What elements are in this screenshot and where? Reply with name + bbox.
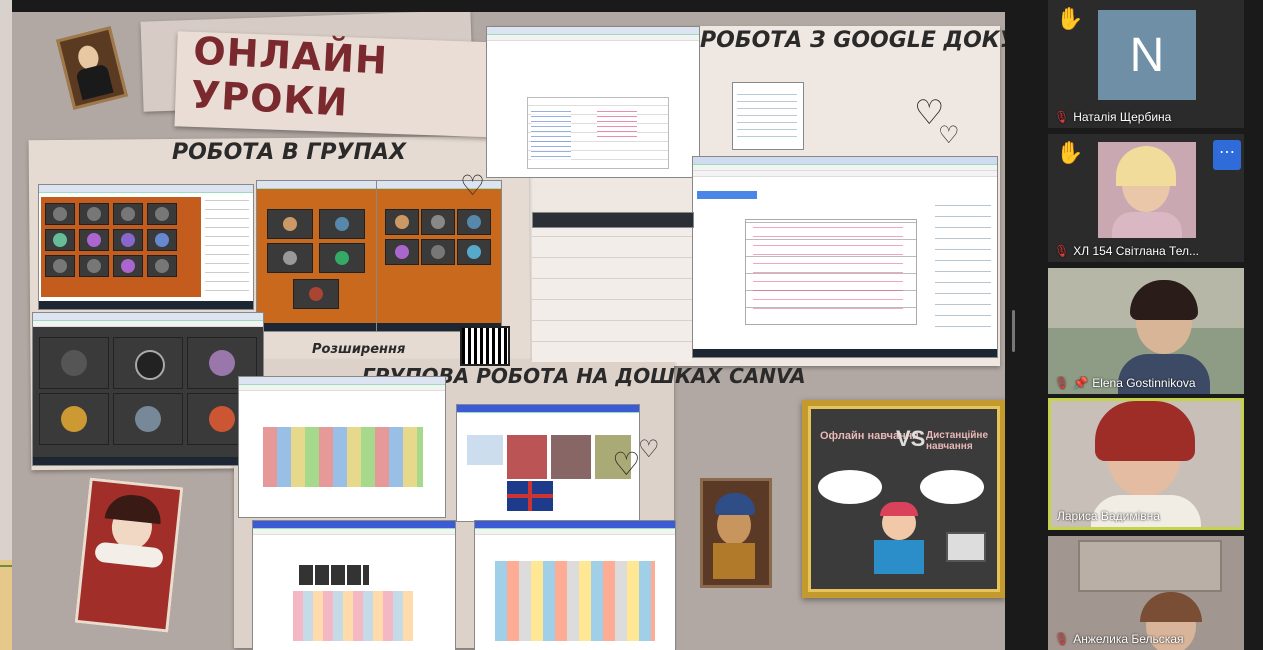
- screenshot-zoom-gallery: [32, 312, 264, 466]
- portrait-frame: [700, 478, 772, 588]
- participant-name: Лариса Вадимівна: [1057, 509, 1160, 523]
- mic-muted-icon: 🎙: [1054, 244, 1070, 258]
- share-left-edge: [0, 0, 100, 650]
- screenshot-breakout-room-2: [376, 180, 502, 332]
- taskbar-strip: [532, 212, 694, 228]
- mic-muted-icon: 🎙: [1054, 110, 1070, 124]
- participant-tile[interactable]: 🎙 📌 Elena Gostinnikova: [1048, 268, 1244, 394]
- pin-icon: 📌: [1073, 376, 1089, 390]
- screenshot-canva-board-4: [474, 520, 676, 650]
- screenshot-canva-board-3: [252, 520, 456, 650]
- grid-paper: [532, 212, 692, 362]
- mic-muted-icon: 🎙: [1054, 376, 1070, 390]
- heart-doodle: ♡: [938, 122, 960, 149]
- video-conference-window: ОНЛАЙН УРОКИ РОБОТА З GOOGLE ДОКУМЕНТАМИ: [0, 0, 1263, 650]
- poster-frame: Офлайн навчання VS Дистанційне навчання: [802, 400, 1005, 598]
- screenshot-breakout-room-1: [256, 180, 378, 332]
- screenshot-google-doc-large: [692, 156, 998, 358]
- heart-doodle: ♡: [612, 446, 641, 482]
- raise-hand-icon: ✋: [1056, 140, 1084, 165]
- portrait-frame: [74, 477, 184, 633]
- participant-name: Наталія Щербина: [1073, 110, 1172, 124]
- participant-tile-active-speaker[interactable]: Лариса Вадимівна: [1048, 398, 1244, 530]
- label-google-docs: РОБОТА З GOOGLE ДОКУМЕНТАМИ: [700, 28, 1005, 53]
- participant-tile[interactable]: 🎙 Анжелика Бельская: [1048, 536, 1244, 650]
- screenshot-zoom-grid: [38, 184, 254, 310]
- participant-video: [1098, 142, 1196, 238]
- qr-code: [460, 326, 510, 366]
- portrait-frame: [56, 26, 128, 110]
- screenshot-canva-board-1: [238, 376, 446, 518]
- screenshot-comments: [732, 82, 804, 150]
- screenshot-google-doc: [486, 26, 700, 178]
- poster-vs: VS: [896, 426, 926, 451]
- panel-resize-handle[interactable]: [1012, 310, 1015, 352]
- avatar: N: [1098, 10, 1196, 100]
- participant-name: ХЛ 154 Світлана Тел...: [1073, 244, 1199, 258]
- label-groups: РОБОТА В ГРУПАХ: [172, 140, 406, 165]
- poster-right-label: Дистанційне навчання: [926, 430, 989, 452]
- raise-hand-icon: ✋: [1056, 6, 1084, 31]
- heart-doodle: ♡: [638, 436, 660, 463]
- mic-muted-icon: 🎙: [1054, 632, 1070, 646]
- label-extensions: Розширення: [312, 342, 406, 357]
- shared-screen[interactable]: ОНЛАЙН УРОКИ РОБОТА З GOOGLE ДОКУМЕНТАМИ: [12, 12, 1005, 650]
- participant-name: Elena Gostinnikova: [1092, 376, 1196, 390]
- more-options-button[interactable]: ⋯: [1213, 140, 1241, 170]
- heart-doodle: ♡: [460, 170, 486, 201]
- participant-name: Анжелика Бельская: [1073, 632, 1184, 646]
